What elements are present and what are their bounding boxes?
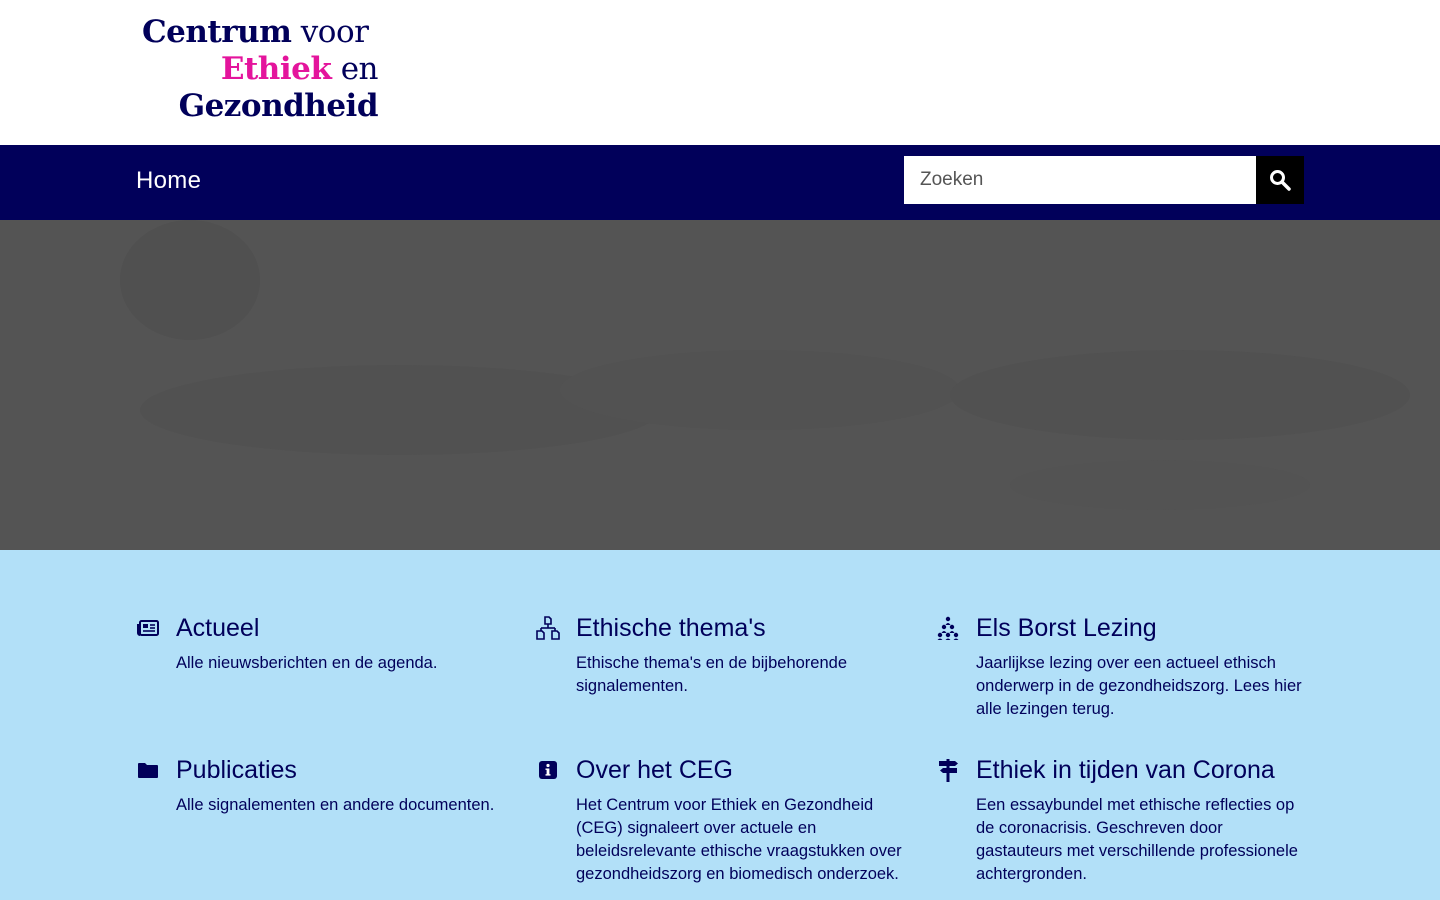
logo-word-centrum: Centrum — [142, 14, 292, 50]
tile-ethische-themas: Ethische thema's Ethische thema's en de … — [536, 612, 906, 698]
tile-ethiek-in-tijden-van-corona: Ethiek in tijden van Corona Een essaybun… — [939, 754, 1306, 886]
tile-desc-ethiek-in-tijden-van-corona: Een essaybundel met ethische reflecties … — [976, 796, 1298, 883]
tile-desc-over-het-ceg: Het Centrum voor Ethiek en Gezondheid (C… — [576, 796, 902, 883]
nav-home-link[interactable]: Home — [136, 167, 201, 195]
logo-word-gezondheid: Gezondheid — [178, 88, 379, 124]
tile-actueel: Actueel Alle nieuwsberichten en de agend… — [137, 612, 506, 675]
tile-title-ethische-themas[interactable]: Ethische thema's — [576, 612, 906, 644]
tile-desc-els-borst-lezing: Jaarlijkse lezing over een actueel ethis… — [976, 654, 1302, 718]
logo-word-voor: voor — [300, 14, 369, 50]
tile-desc-publicaties: Alle signalementen en andere documenten. — [176, 796, 495, 814]
tiles-section: Actueel Alle nieuwsberichten en de agend… — [0, 550, 1440, 900]
logo-word-en: en — [340, 51, 379, 87]
hero-background-texture — [0, 220, 1440, 550]
hero-image — [0, 220, 1440, 550]
search-button[interactable] — [1256, 156, 1304, 204]
search-input[interactable] — [904, 156, 1256, 204]
people-pyramid-icon — [936, 616, 960, 640]
tile-title-ethiek-in-tijden-van-corona[interactable]: Ethiek in tijden van Corona — [976, 754, 1306, 786]
tile-publicaties: Publicaties Alle signalementen en andere… — [138, 754, 506, 817]
tile-els-borst-lezing: Els Borst Lezing Jaarlijkse lezing over … — [937, 612, 1306, 721]
tile-title-over-het-ceg[interactable]: Over het CEG — [576, 754, 906, 786]
tile-title-actueel[interactable]: Actueel — [176, 612, 506, 644]
tile-desc-ethische-themas: Ethische thema's en de bijbehorende sign… — [576, 654, 848, 695]
signpost-icon — [936, 758, 960, 782]
tile-desc-actueel: Alle nieuwsberichten en de agenda. — [176, 654, 438, 672]
main-nav: Home — [0, 145, 1440, 220]
site-header: Centrum voor Ethiek en Gezondheid — [0, 0, 1440, 145]
logo-line-1: Centrum voor — [142, 14, 378, 51]
tile-over-het-ceg: Over het CEG Het Centrum voor Ethiek en … — [539, 754, 906, 886]
folder-icon — [136, 758, 160, 782]
logo-line-2: Ethiek en — [142, 51, 379, 88]
search-form — [904, 156, 1304, 204]
info-icon — [536, 758, 560, 782]
tile-title-els-borst-lezing[interactable]: Els Borst Lezing — [976, 612, 1306, 644]
search-icon — [1270, 170, 1291, 191]
logo-word-ethiek: Ethiek — [220, 51, 332, 87]
sitemap-icon — [536, 616, 560, 640]
logo-line-3: Gezondheid — [142, 88, 379, 125]
newspaper-icon — [136, 616, 160, 640]
site-logo-link[interactable]: Centrum voor Ethiek en Gezondheid — [142, 14, 379, 125]
tile-title-publicaties[interactable]: Publicaties — [176, 754, 506, 786]
